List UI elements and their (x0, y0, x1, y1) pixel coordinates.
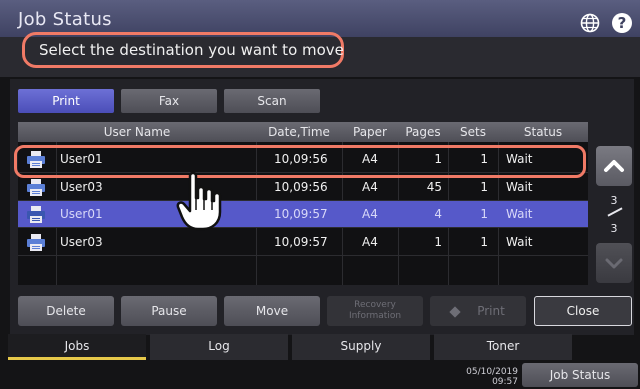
cell-status: Wait (506, 235, 533, 249)
cell-paper: A4 (362, 235, 378, 249)
globe-icon[interactable] (580, 13, 600, 33)
printer-icon (27, 206, 45, 223)
hand-pointer-icon (176, 171, 222, 231)
page-indicator: 3 3 (600, 194, 628, 238)
print-diamond-icon (449, 305, 461, 318)
cell-datetime: 10,09:57 (274, 235, 328, 249)
delete-button[interactable]: Delete (18, 296, 114, 326)
tab-print[interactable]: Print (18, 89, 114, 113)
cell-sets: 1 (480, 180, 488, 194)
table-row-selected[interactable]: User01 10,09:57 A4 4 1 Wait (18, 201, 588, 228)
printer-icon (27, 234, 45, 251)
cell-datetime: 10,09:56 (274, 180, 328, 194)
page-total: 3 (610, 222, 618, 235)
job-status-screen: Job Status ? Select the destination you … (0, 0, 640, 389)
instruction-text: Select the destination you want to move (39, 41, 344, 59)
page-divider (607, 207, 623, 217)
cell-pages: 4 (434, 207, 442, 221)
cell-datetime: 10,09:57 (274, 207, 328, 221)
tab-fax[interactable]: Fax (121, 89, 217, 113)
scroll-down-button[interactable] (596, 243, 632, 283)
job-status-button[interactable]: Job Status (522, 363, 638, 387)
cell-user: User03 (60, 180, 103, 194)
tab-toner[interactable]: Toner (434, 334, 572, 360)
cell-pages: 45 (426, 180, 442, 194)
tab-log[interactable]: Log (150, 334, 288, 360)
cell-user: User03 (60, 235, 103, 249)
column-date-time: Date,Time (268, 125, 330, 139)
move-button[interactable]: Move (224, 296, 320, 326)
chevron-down-icon (605, 258, 623, 269)
tab-jobs[interactable]: Jobs (8, 334, 146, 360)
table-row[interactable]: User03 10,09:56 A4 45 1 Wait (18, 174, 588, 201)
cell-sets: 1 (480, 207, 488, 221)
column-pages: Pages (405, 125, 441, 139)
time-text: 09:57 (492, 377, 518, 387)
pause-button[interactable]: Pause (121, 296, 217, 326)
tab-supply[interactable]: Supply (292, 334, 430, 360)
table-header: User Name Date,Time Paper Pages Sets Sta… (18, 122, 588, 142)
table-row[interactable]: User03 10,09:57 A4 1 1 Wait (18, 229, 588, 256)
cell-user: User01 (60, 207, 103, 221)
chevron-up-icon (604, 160, 624, 172)
column-status: Status (523, 125, 563, 139)
cell-sets: 1 (480, 235, 488, 249)
help-icon[interactable]: ? (612, 13, 632, 33)
page-title: Job Status (18, 9, 112, 30)
date-time-display: 05/10/2019 09:57 (456, 367, 518, 387)
close-button[interactable]: Close (534, 296, 632, 326)
recovery-label-line2: Information (348, 311, 402, 321)
column-user-name: User Name (103, 125, 171, 139)
cell-status: Wait (506, 180, 533, 194)
recovery-label-line1: Recovery (354, 300, 396, 310)
tab-scan[interactable]: Scan (224, 89, 320, 113)
destination-highlight (14, 145, 586, 178)
column-paper: Paper (353, 125, 387, 139)
instruction-message: Select the destination you want to move (22, 32, 344, 68)
scroll-up-button[interactable] (596, 146, 632, 186)
cell-paper: A4 (362, 207, 378, 221)
print-button[interactable]: Print (430, 296, 526, 326)
print-label: Print (477, 304, 505, 318)
column-sets: Sets (460, 125, 486, 139)
date-text: 05/10/2019 (466, 367, 518, 377)
cell-status: Wait (506, 207, 533, 221)
printer-icon (27, 179, 45, 196)
cell-paper: A4 (362, 180, 378, 194)
page-current: 3 (610, 194, 618, 207)
recovery-information-button[interactable]: Recovery Information (327, 296, 423, 326)
cell-pages: 1 (434, 235, 442, 249)
